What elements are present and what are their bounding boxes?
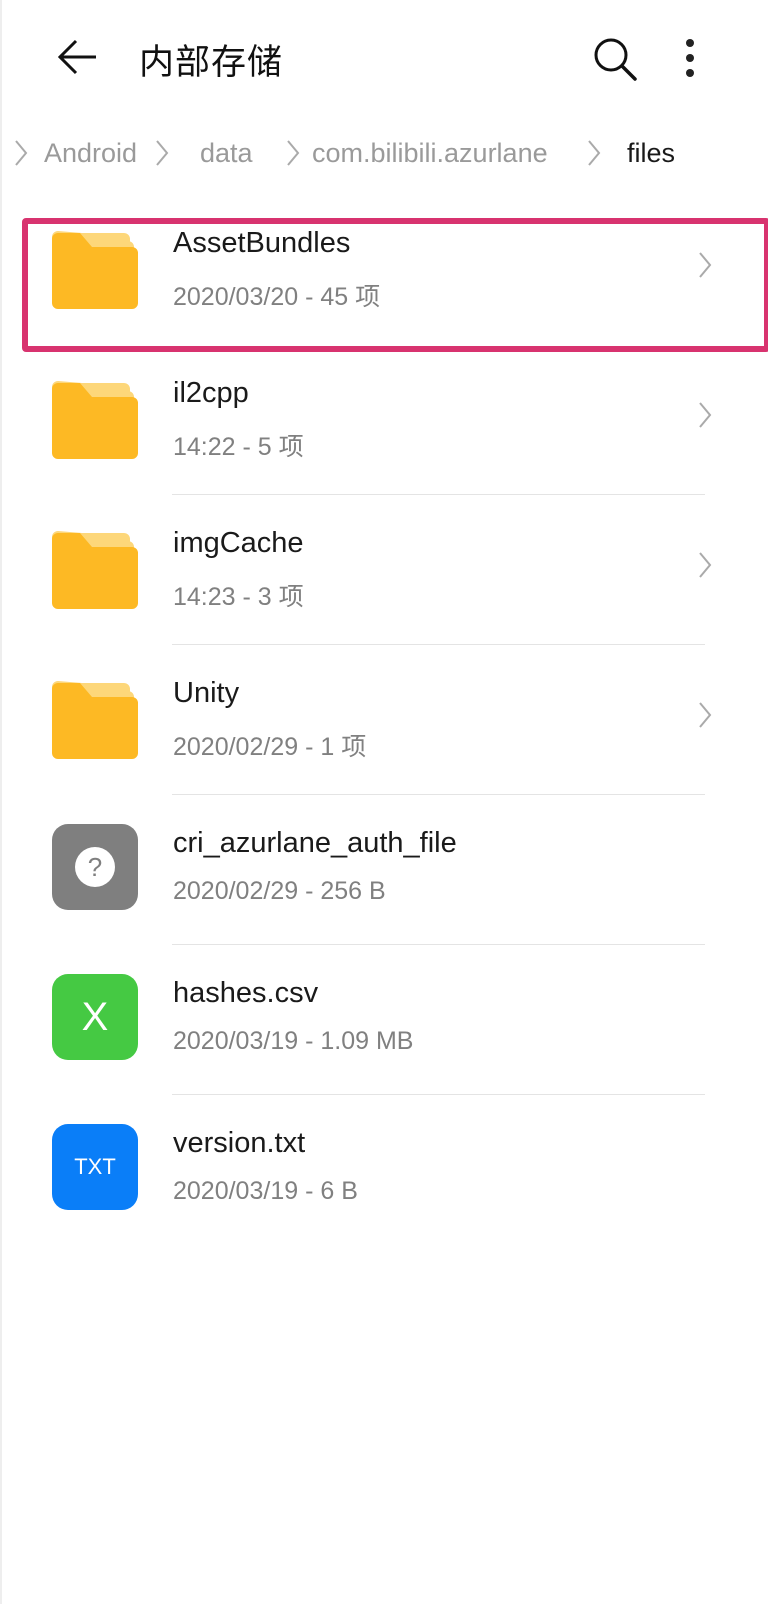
file-type-glyph: ? — [75, 847, 115, 887]
page-title: 内部存储 — [139, 43, 284, 83]
file-name: imgCache — [173, 527, 304, 559]
file-name: Unity — [173, 677, 240, 709]
file-item[interactable]: TXT version.txt 2020/03/19 - 6 B — [2, 1095, 768, 1245]
back-arrow-icon[interactable] — [54, 37, 98, 77]
file-type-glyph: X — [81, 994, 109, 1039]
file-name: hashes.csv — [173, 977, 319, 1009]
chevron-right-icon — [15, 140, 28, 166]
highlight-box — [22, 218, 768, 352]
chevron-right-icon — [699, 702, 712, 728]
file-meta: 2020/02/29 - 256 B — [173, 877, 386, 905]
chevron-right-icon — [699, 402, 712, 428]
more-options-icon[interactable] — [678, 36, 702, 80]
breadcrumb-package[interactable]: com.bilibili.azurlane — [312, 138, 548, 169]
folder-item[interactable]: il2cpp 14:22 - 5 项 — [2, 345, 768, 495]
text-file-icon: TXT — [52, 1124, 138, 1210]
folder-item[interactable]: Unity 2020/02/29 - 1 项 — [2, 645, 768, 795]
chevron-right-icon — [156, 140, 169, 166]
unknown-file-icon: ? — [52, 824, 138, 910]
folder-icon — [52, 381, 138, 459]
chevron-right-icon — [588, 140, 601, 166]
folder-icon — [52, 531, 138, 609]
file-item[interactable]: ? cri_azurlane_auth_file 2020/02/29 - 256 … — [2, 795, 768, 945]
file-type-glyph: TXT — [74, 1154, 116, 1179]
chevron-right-icon — [287, 140, 300, 166]
file-meta: 2020/02/29 - 1 项 — [173, 733, 367, 761]
file-meta: 2020/03/19 - 6 B — [173, 1177, 358, 1205]
folder-icon — [52, 681, 138, 759]
search-icon[interactable] — [592, 36, 638, 82]
spreadsheet-file-icon: X — [52, 974, 138, 1060]
breadcrumb-current: files — [627, 138, 676, 168]
chevron-right-icon — [699, 552, 712, 578]
file-name: cri_azurlane_auth_file — [173, 827, 457, 859]
file-meta: 2020/03/19 - 1.09 MB — [173, 1027, 414, 1055]
file-meta: 14:22 - 5 项 — [173, 433, 304, 461]
breadcrumb-android[interactable]: Android — [44, 138, 137, 169]
breadcrumb-data[interactable]: data — [200, 138, 253, 169]
folder-item[interactable]: imgCache 14:23 - 3 项 — [2, 495, 768, 645]
file-meta: 14:23 - 3 项 — [173, 583, 304, 611]
file-name: version.txt — [173, 1127, 306, 1159]
file-name: il2cpp — [173, 377, 249, 409]
file-item[interactable]: Xhashes.csv 2020/03/19 - 1.09 MB — [2, 945, 768, 1095]
